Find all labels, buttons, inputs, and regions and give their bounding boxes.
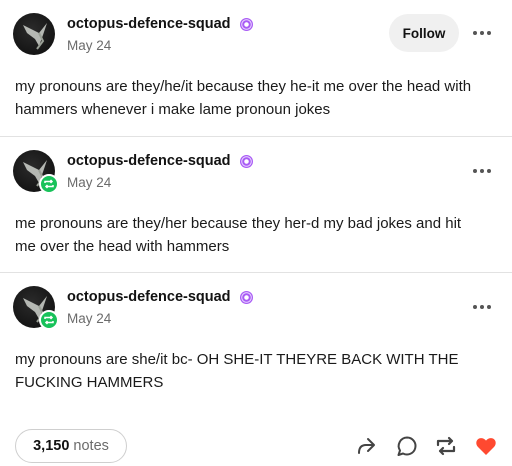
verified-badge-icon [240,155,253,168]
verified-badge-icon [240,18,253,31]
post-date[interactable]: May 24 [67,38,111,53]
reblog-badge-icon [39,310,59,330]
more-options-icon[interactable] [472,165,492,177]
reblog-icon[interactable] [434,434,458,458]
notes-count: 3,150 [33,438,70,454]
verified-badge-icon [240,291,253,304]
post-username[interactable]: octopus-defence-squad [67,153,231,169]
post-username[interactable]: octopus-defence-squad [67,289,231,305]
reply-icon[interactable] [395,434,419,458]
avatar[interactable] [13,13,55,55]
avatar[interactable] [13,286,59,330]
post-date[interactable]: May 24 [67,311,111,326]
post-body-line: my pronouns are she/it bc- OH SHE-IT THE… [15,351,459,368]
post-username[interactable]: octopus-defence-squad [67,16,231,32]
post-date[interactable]: May 24 [67,175,111,190]
post-body-line: me pronouns are they/her because they he… [15,215,462,232]
post-body-line: hammers whenever i make lame pronoun jok… [15,100,331,118]
post-body-line: my pronouns are they/he/it because they … [15,78,472,95]
follow-button[interactable]: Follow [389,14,459,52]
reblog-badge-icon [39,174,59,194]
post-original: octopus-defence-squad May 24 Follow my p… [0,0,512,136]
post-body: me pronouns are they/her because they he… [15,213,500,258]
post-body: my pronouns are they/he/it because they … [15,76,500,121]
more-options-icon[interactable] [472,27,492,39]
more-options-icon[interactable] [472,301,492,313]
post-reblog: octopus-defence-squad May 24 me pronouns… [0,136,512,272]
notes-label: notes [73,438,109,454]
share-icon[interactable] [354,434,378,458]
post-body-line: FUCKING HAMMERS [15,373,164,391]
bird-silhouette-icon [23,23,47,50]
notes-button[interactable]: 3,150 notes [15,429,127,463]
post-body-line: me over the head with hammers [15,237,230,255]
post-reblog: octopus-defence-squad May 24 my pronouns… [0,272,512,412]
avatar[interactable] [13,150,59,194]
heart-icon[interactable] [474,434,498,458]
post-body: my pronouns are she/it bc- OH SHE-IT THE… [15,349,500,394]
